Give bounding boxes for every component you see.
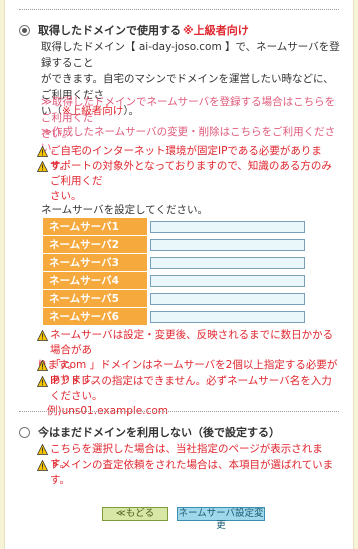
option-later-label: 今はまだドメインを利用しない（後で設定する）	[38, 426, 280, 439]
nameserver5-input[interactable]	[150, 293, 305, 305]
nameserver-label: ネームサーバ6	[43, 308, 147, 326]
option-use-domain[interactable]: 取得したドメインで使用する ※上級者向け	[19, 22, 249, 38]
nameserver-label: ネームサーバ4	[43, 272, 147, 290]
nameserver-label: ネームサーバ5	[43, 290, 147, 308]
nameserver1-input[interactable]	[150, 221, 305, 233]
nameserver-label: ネームサーバ3	[43, 254, 147, 272]
radio-later[interactable]	[19, 426, 30, 438]
nameserver2-input[interactable]	[150, 239, 305, 251]
nameserver-label: ネームサーバ2	[43, 236, 147, 254]
later-note-2: ドメインの査定依頼をされた場合は、本項目が選ばれています。	[37, 458, 339, 488]
nameserver4-input[interactable]	[150, 275, 305, 287]
nameserver3-input[interactable]	[150, 257, 305, 269]
desc-line: 取得したドメイン【 ai-day-joso.com 】で、ネームサーバを登録する…	[41, 41, 340, 69]
warning-icon	[37, 376, 48, 387]
warning-icon	[37, 330, 48, 341]
warning-icon	[37, 360, 48, 371]
main-panel: 取得したドメインで使用する ※上級者向け 取得したドメイン【 ai-day-jo…	[4, 0, 354, 549]
nameserver-row: ネームサーバ5	[43, 290, 316, 308]
top-divider	[19, 9, 339, 10]
warning-icon	[37, 161, 48, 172]
ip-address-note: IPアドレスの指定はできません。必ずネームサーバ名を入力ください。 例)uns0…	[37, 374, 339, 419]
nameserver-row: ネームサーバ3	[43, 254, 316, 272]
back-button[interactable]: ≪もどる	[102, 507, 168, 521]
option-later[interactable]: 今はまだドメインを利用しない（後で設定する）	[19, 424, 280, 440]
advanced-badge: ※上級者向け	[183, 24, 249, 37]
form-prompt: ネームサーバを設定してください。	[41, 204, 208, 216]
warning-icon	[37, 460, 48, 471]
warning-icon	[37, 444, 48, 455]
nameserver6-input[interactable]	[150, 311, 305, 323]
option-use-domain-label: 取得したドメインで使用する	[38, 24, 181, 37]
nameserver-label: ネームサーバ1	[43, 218, 147, 236]
nameserver-row: ネームサーバ4	[43, 272, 316, 290]
nameserver-row: ネームサーバ2	[43, 236, 316, 254]
support-warning: サポートの対象外となっておりますので、知識のある方のみご利用くだ さい。	[37, 159, 339, 204]
nameserver-row: ネームサーバ6	[43, 308, 316, 326]
radio-use-domain[interactable]	[19, 24, 30, 36]
nameserver-row: ネームサーバ1	[43, 218, 316, 236]
middle-divider	[19, 411, 339, 412]
set-nameserver-button[interactable]: ネームサーバ設定変更	[177, 507, 265, 531]
nameserver-table: ネームサーバ1 ネームサーバ2 ネームサーバ3 ネームサーバ4 ネームサーバ5 …	[43, 218, 316, 326]
warning-icon	[37, 146, 48, 157]
